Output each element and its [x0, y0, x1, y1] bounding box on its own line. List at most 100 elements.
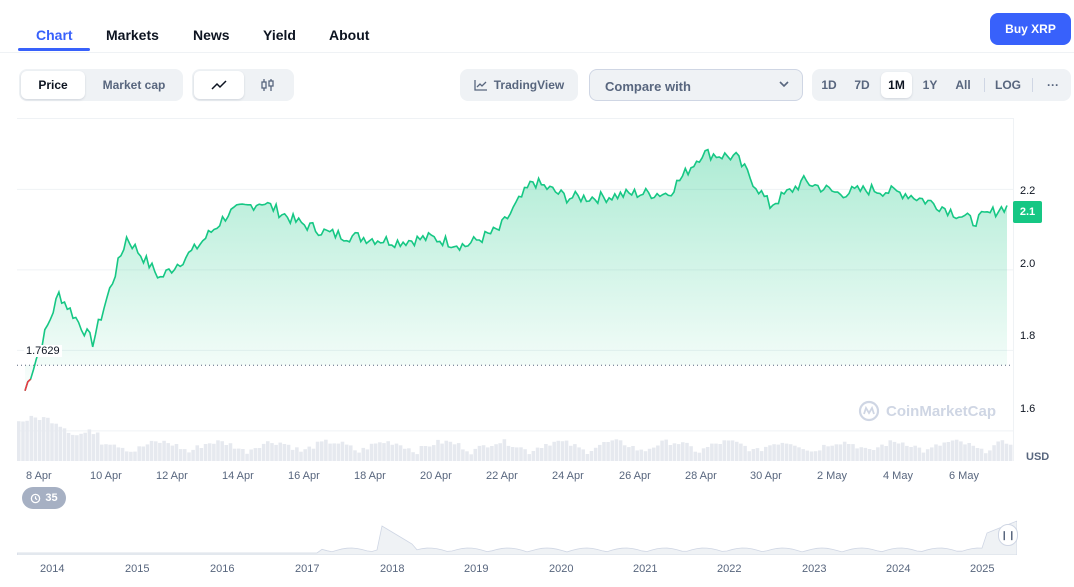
buy-xrp-button[interactable]: Buy XRP: [990, 13, 1071, 45]
more-options-button[interactable]: ···: [1040, 72, 1066, 98]
volume-bar: [465, 451, 469, 461]
range-1d-button[interactable]: 1D: [815, 72, 843, 98]
volume-bar: [614, 439, 619, 461]
volume-bar: [1004, 443, 1009, 461]
line-chart-button[interactable]: [194, 71, 244, 99]
volume-bar: [743, 445, 747, 461]
volume-bar: [311, 448, 316, 461]
x-tick-label: 22 Apr: [486, 470, 518, 482]
compare-with-dropdown[interactable]: Compare with: [589, 69, 803, 101]
volume-bar: [975, 448, 980, 461]
volume-bar: [216, 440, 220, 461]
tab-markets[interactable]: Markets: [106, 27, 159, 43]
volume-bar: [647, 448, 652, 461]
volume-bar: [896, 443, 901, 461]
volume-bar: [959, 441, 963, 461]
volume-bar: [585, 454, 590, 461]
x-tick-label: 14 Apr: [222, 470, 254, 482]
volume-bar: [813, 451, 818, 461]
navigator-area: [16, 520, 1018, 556]
volume-bar: [378, 442, 382, 461]
volume-bar: [921, 452, 926, 461]
volume-bar: [498, 443, 502, 461]
volume-bar: [95, 432, 100, 461]
toolbar-divider: [1032, 78, 1033, 92]
line-chart-icon: [211, 80, 227, 90]
volume-bar: [643, 451, 648, 461]
range-1m-button[interactable]: 1M: [881, 72, 912, 98]
volume-bar: [697, 452, 702, 461]
volume-bar: [560, 441, 565, 461]
navigator-year-label: 2023: [802, 563, 827, 575]
tab-about[interactable]: About: [329, 27, 369, 43]
volume-bar: [137, 446, 141, 461]
range-1y-button[interactable]: 1Y: [916, 72, 944, 98]
log-scale-button[interactable]: LOG: [990, 72, 1026, 98]
volume-bar: [635, 450, 639, 461]
volume-bar: [245, 453, 249, 461]
volume-bar: [207, 443, 212, 461]
price-button[interactable]: Price: [21, 71, 85, 99]
volume-bar: [581, 449, 585, 461]
volume-bar: [519, 447, 523, 461]
x-tick-label: 10 Apr: [90, 470, 122, 482]
range-navigator[interactable]: [16, 515, 1018, 556]
volume-bar: [946, 442, 951, 461]
volume-bar: [1000, 440, 1005, 461]
volume-bar: [365, 449, 370, 461]
navigator-handle[interactable]: ❙❙: [998, 524, 1018, 546]
volume-bar: [490, 446, 494, 461]
volume-bar: [660, 440, 664, 461]
volume-bar: [237, 448, 241, 461]
volume-bar: [129, 451, 133, 461]
volume-bar: [901, 442, 905, 461]
x-tick-label: 12 Apr: [156, 470, 188, 482]
range-all-button[interactable]: All: [948, 72, 978, 98]
volume-bar: [930, 447, 934, 461]
volume-bar: [290, 449, 295, 461]
tab-news[interactable]: News: [193, 27, 230, 43]
volume-bar: [166, 443, 170, 461]
volume-bar: [154, 441, 158, 461]
volume-bar: [718, 444, 722, 461]
volume-bar: [556, 440, 561, 461]
volume-bar: [710, 443, 714, 461]
volume-bar: [805, 450, 810, 461]
volume-bar: [41, 417, 46, 461]
volume-bar: [25, 420, 29, 461]
range-7d-button[interactable]: 7D: [847, 72, 877, 98]
volume-bar: [124, 451, 129, 461]
volume-bar: [253, 448, 258, 461]
tab-yield[interactable]: Yield: [263, 27, 296, 43]
market-cap-button[interactable]: Market cap: [89, 71, 179, 99]
volume-bar: [58, 426, 63, 461]
volume-bar: [801, 449, 805, 461]
volume-bar: [116, 447, 121, 461]
candlestick-chart-button[interactable]: [244, 71, 292, 99]
volume-bar: [328, 443, 332, 461]
volume-bar: [855, 448, 859, 461]
volume-bar: [324, 439, 328, 461]
volume-bar: [544, 444, 548, 461]
volume-bar: [320, 441, 324, 461]
volume-bar: [751, 449, 756, 461]
x-tick-label: 8 Apr: [26, 470, 52, 482]
volume-bar: [714, 443, 718, 461]
currency-label: USD: [1026, 451, 1050, 463]
volume-bar: [573, 444, 577, 461]
tradingview-button[interactable]: TradingView: [460, 69, 578, 101]
volume-bar: [17, 421, 21, 461]
watermark-text: CoinMarketCap: [886, 402, 997, 420]
volume-bar: [884, 446, 888, 461]
volume-bar: [838, 444, 843, 461]
volume-bar: [656, 445, 660, 461]
open-price-label: 1.7629: [24, 345, 62, 357]
events-badge[interactable]: 35: [22, 487, 66, 509]
x-tick-label: 16 Apr: [288, 470, 320, 482]
volume-bar: [37, 420, 42, 461]
tab-chart[interactable]: Chart: [36, 27, 73, 43]
volume-bar: [249, 449, 253, 461]
volume-bar: [515, 447, 519, 461]
volume-bar: [772, 444, 776, 461]
volume-bar: [340, 441, 345, 461]
